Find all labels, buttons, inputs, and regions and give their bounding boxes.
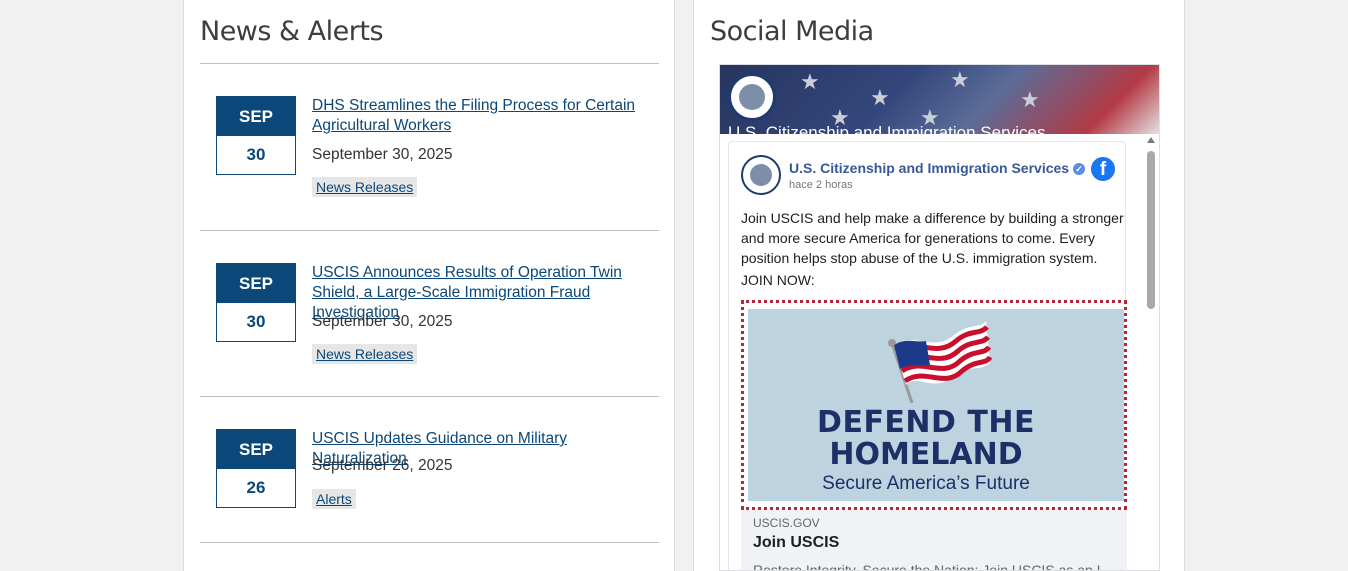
divider — [200, 63, 659, 64]
link-description: Restore Integrity, Secure the Nation: Jo… — [753, 562, 1113, 571]
feed-scrollbar[interactable] — [1145, 137, 1157, 570]
post-text: Join USCIS and help make a difference by… — [741, 210, 1124, 266]
facebook-post: U.S. Citizenship and Immigration Service… — [728, 141, 1127, 571]
date-badge: SEP 30 — [216, 263, 296, 342]
promo-image-background: DEFEND THE HOMELAND Secure America’s Fut… — [748, 309, 1124, 501]
date-badge: SEP 26 — [216, 429, 296, 508]
date-day: 26 — [246, 478, 266, 497]
facebook-icon[interactable]: f — [1091, 157, 1115, 181]
news-item-tag-link[interactable]: Alerts — [312, 489, 356, 509]
news-item-title-link[interactable]: DHS Streamlines the Filing Process for C… — [312, 96, 662, 136]
post-page-name: U.S. Citizenship and Immigration Service… — [789, 160, 1070, 176]
news-item-tag-link[interactable]: News Releases — [312, 344, 418, 364]
divider — [200, 230, 659, 231]
facebook-embed[interactable]: ★ ★ ★ ★ ★ ★ U.S. Citizenship and Immigra… — [719, 64, 1160, 571]
news-item-date: September 26, 2025 — [312, 457, 453, 474]
news-item-date: September 30, 2025 — [312, 313, 453, 330]
date-day: 30 — [246, 312, 266, 331]
post-join-text: JOIN NOW: — [741, 272, 815, 288]
verified-badge-icon: ✓ — [1073, 163, 1086, 175]
post-timestamp[interactable]: hace 2 horas — [789, 179, 853, 191]
promo-headline-line1: DEFEND THE — [817, 405, 1035, 440]
american-flag-icon — [888, 321, 993, 404]
date-month: SEP — [217, 264, 295, 303]
promo-subheadline: Secure America’s Future — [822, 473, 1030, 494]
star-icon: ★ — [870, 85, 890, 110]
uscis-seal-icon[interactable] — [728, 73, 776, 121]
uscis-seal-icon[interactable] — [741, 155, 781, 195]
link-domain: USCIS.GOV — [753, 516, 820, 530]
post-image[interactable]: DEFEND THE HOMELAND Secure America’s Fut… — [741, 300, 1127, 510]
promo-headline-line2: HOMELAND — [829, 437, 1023, 472]
social-media-heading: Social Media — [710, 16, 874, 47]
date-badge: SEP 30 — [216, 96, 296, 175]
date-month: SEP — [217, 430, 295, 469]
social-media-panel: Social Media ★ ★ ★ ★ ★ ★ U.S. Citizenshi… — [693, 0, 1185, 571]
news-item-tag-link[interactable]: News Releases — [312, 177, 418, 197]
facebook-cover-image[interactable]: ★ ★ ★ ★ ★ ★ U.S. Citizenship and Immigra… — [720, 65, 1159, 134]
star-icon: ★ — [800, 69, 820, 94]
cover-page-title[interactable]: U.S. Citizenship and Immigration Service… — [728, 123, 1045, 134]
divider — [200, 542, 659, 543]
star-icon: ★ — [1020, 87, 1040, 112]
scroll-up-arrow-icon[interactable] — [1147, 137, 1155, 143]
divider — [200, 396, 659, 397]
link-preview-card[interactable]: USCIS.GOV Join USCIS Restore Integrity, … — [741, 510, 1127, 571]
news-item-date: September 30, 2025 — [312, 146, 453, 163]
date-month: SEP — [217, 97, 295, 136]
link-title: Join USCIS — [753, 534, 840, 551]
star-icon: ★ — [950, 67, 970, 92]
news-alerts-panel: News & Alerts SEP 30 DHS Streamlines the… — [183, 0, 675, 571]
news-alerts-heading: News & Alerts — [200, 16, 384, 47]
date-day: 30 — [246, 145, 266, 164]
post-page-name-link[interactable]: U.S. Citizenship and Immigration Service… — [789, 160, 1086, 176]
scrollbar-thumb[interactable] — [1147, 151, 1155, 309]
